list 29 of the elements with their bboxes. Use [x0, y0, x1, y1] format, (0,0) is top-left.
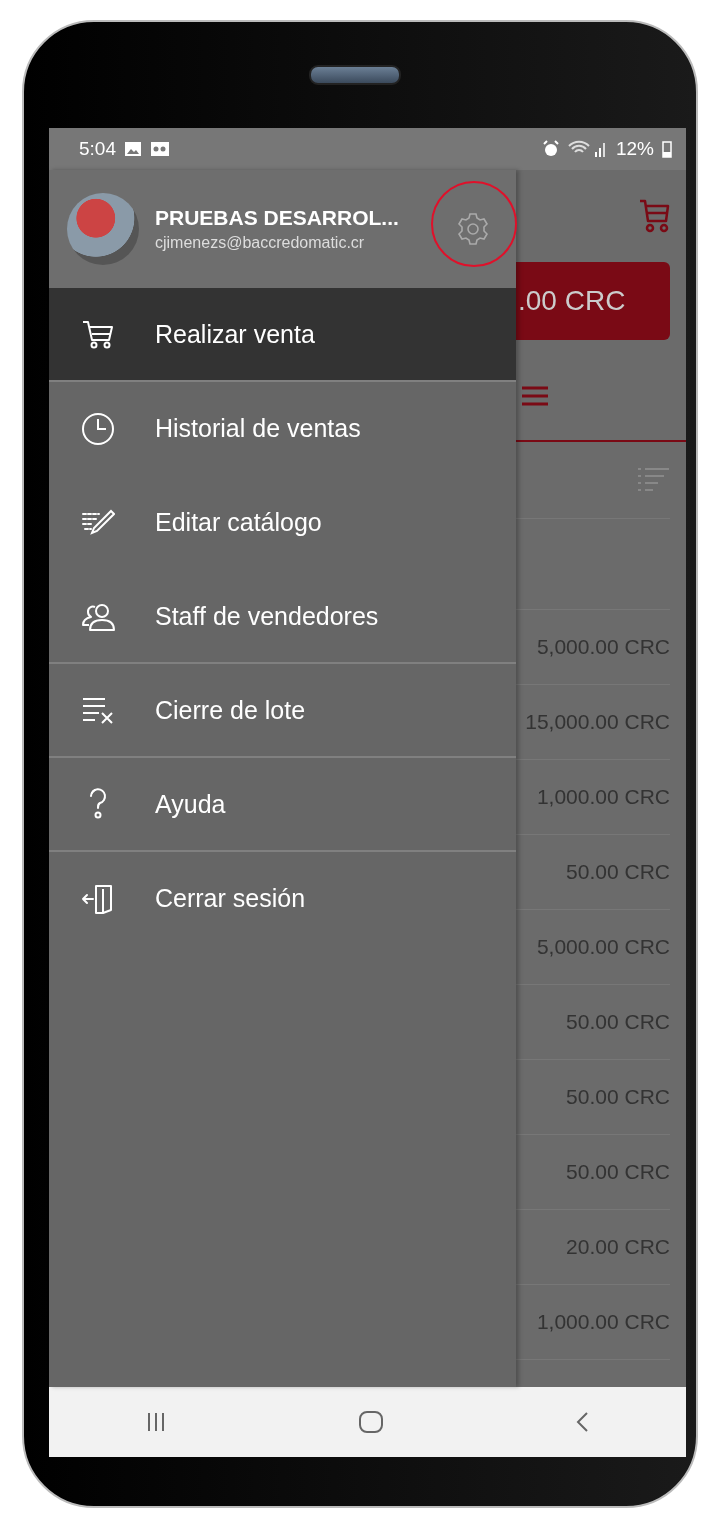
- user-email: cjimenezs@baccredomatic.cr: [155, 234, 366, 252]
- image-icon: [124, 141, 142, 157]
- total-button[interactable]: .00 CRC: [516, 262, 670, 340]
- battery-icon: [662, 140, 672, 158]
- settings-icon[interactable]: [455, 211, 491, 247]
- wifi-signal-icon: [567, 140, 608, 158]
- status-time: 5:04: [79, 138, 116, 160]
- menu-item[interactable]: Realizar venta: [49, 288, 516, 382]
- cart-icon[interactable]: [638, 198, 670, 234]
- user-name: PRUEBAS DESARROL...: [155, 206, 400, 230]
- amount-cell: 50.00 CRC: [516, 835, 670, 910]
- clock-icon: [81, 411, 115, 446]
- amount-cell: 50.00 CRC: [516, 985, 670, 1060]
- menu-item[interactable]: Historial de ventas: [49, 382, 516, 476]
- back-icon[interactable]: [574, 1410, 591, 1434]
- alarm-icon: [541, 140, 560, 158]
- menu-item[interactable]: Cerrar sesión: [49, 852, 516, 946]
- amount-cell: 1,000.00 CRC: [516, 1285, 670, 1360]
- amount-cell: 20.00 CRC: [516, 1210, 670, 1285]
- amount-cell: 15,000.00 CRC: [516, 685, 670, 760]
- battery-percent: 12%: [615, 138, 654, 160]
- amount-cell: 50.00 CRC: [516, 1060, 670, 1135]
- amount-cell: 50.00 CRC: [516, 1135, 670, 1210]
- amount-cell: 1,000.00 CRC: [516, 760, 670, 835]
- amount-cell: 5,000.00 CRC: [516, 910, 670, 985]
- voicemail-icon: [150, 141, 170, 157]
- menu-item[interactable]: Editar catálogo: [49, 476, 516, 570]
- home-icon[interactable]: [357, 1409, 384, 1435]
- amount-cell: 5,000.00 CRC: [516, 610, 670, 685]
